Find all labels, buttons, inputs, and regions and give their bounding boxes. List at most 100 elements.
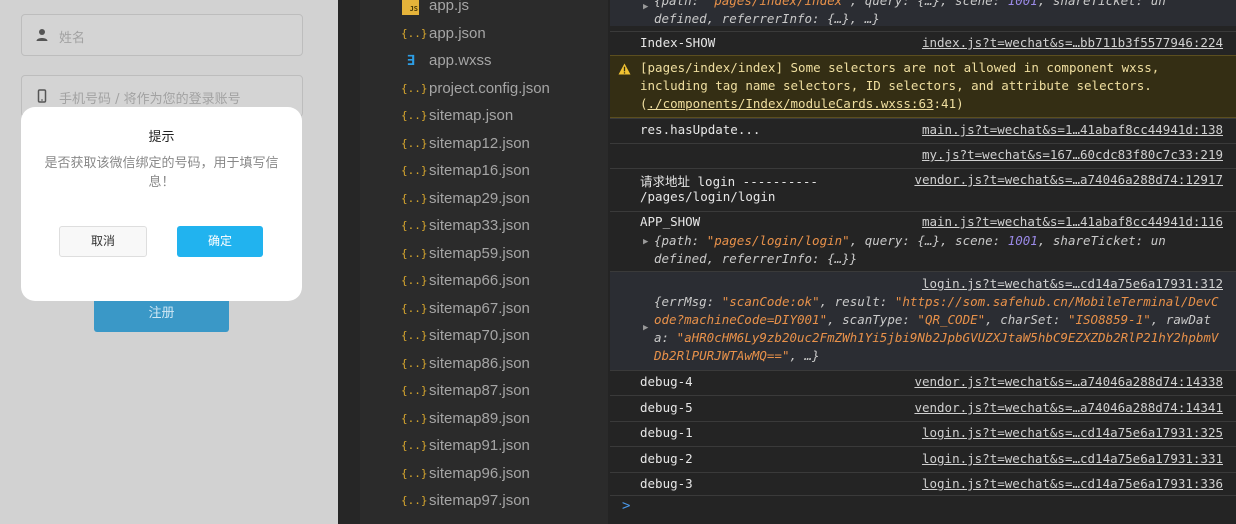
log-row: debug-5 vendor.js?t=wechat&s=…a74046a288… bbox=[610, 395, 1236, 421]
log-source-link[interactable]: vendor.js?t=wechat&s=…a74046a288d74:1291… bbox=[914, 172, 1223, 187]
log-message: Index-SHOW bbox=[640, 35, 716, 50]
log-source-link[interactable]: main.js?t=wechat&s=1…41abaf8cc44941d:138 bbox=[922, 122, 1223, 137]
json-icon: {..} bbox=[401, 329, 428, 342]
log-row-scan-result: login.js?t=wechat&s=…cd14a75e6a17931:312… bbox=[610, 271, 1236, 370]
name-input[interactable]: 姓名 bbox=[21, 14, 303, 56]
log-row: Index-SHOW index.js?t=wechat&s=…bb711b3f… bbox=[610, 31, 1236, 55]
phone-icon bbox=[37, 89, 47, 103]
log-source-link[interactable]: login.js?t=wechat&s=…cd14a75e6a17931:336 bbox=[922, 476, 1223, 491]
console-pane: ▶ {path: "pages/index/index", query: {…}… bbox=[610, 0, 1236, 524]
file-item[interactable]: {..} sitemap.json bbox=[338, 103, 608, 130]
file-item[interactable]: {..} sitemap89.json bbox=[338, 406, 608, 433]
user-icon bbox=[36, 29, 48, 41]
log-row: debug-1 login.js?t=wechat&s=…cd14a75e6a1… bbox=[610, 421, 1236, 446]
register-button[interactable]: 注册 bbox=[94, 296, 229, 332]
log-source-link[interactable]: my.js?t=wechat&s=167…60cdc83f80c7c33:219 bbox=[922, 147, 1223, 162]
log-message: debug-1 bbox=[640, 425, 693, 440]
log-row: res.hasUpdate... main.js?t=wechat&s=1…41… bbox=[610, 118, 1236, 143]
json-icon: {..} bbox=[401, 274, 428, 287]
file-name: sitemap97.json bbox=[429, 492, 530, 509]
warning-source-link[interactable]: ./components/Index/moduleCards.wxss:63 bbox=[648, 96, 934, 111]
log-message: debug-2 bbox=[640, 451, 693, 466]
file-item[interactable]: {..} project.config.json bbox=[338, 76, 608, 103]
console-prompt-icon: > bbox=[622, 498, 631, 514]
phone-placeholder: 手机号码 / 将作为您的登录账号 bbox=[59, 92, 241, 107]
log-object: {path: "pages/login/login", query: {…}, … bbox=[654, 233, 1166, 266]
console-input-row[interactable]: > bbox=[610, 495, 1236, 524]
log-source-link[interactable]: index.js?t=wechat&s=…bb711b3f5577946:224 bbox=[922, 35, 1223, 50]
file-item[interactable]: {..} sitemap91.json bbox=[338, 433, 608, 460]
warning-row: [pages/index/index] Some selectors are n… bbox=[610, 55, 1236, 118]
log-row: debug-3 login.js?t=wechat&s=…cd14a75e6a1… bbox=[610, 472, 1236, 495]
file-name: sitemap33.json bbox=[429, 217, 530, 234]
expand-triangle-icon[interactable]: ▶ bbox=[643, 323, 648, 333]
file-name: app.wxss bbox=[429, 52, 492, 69]
log-source-link[interactable]: vendor.js?t=wechat&s=…a74046a288d74:1434… bbox=[914, 400, 1223, 415]
log-row: debug-4 vendor.js?t=wechat&s=…a74046a288… bbox=[610, 370, 1236, 395]
log-message: debug-3 bbox=[640, 476, 693, 491]
log-row-partial[interactable]: ▶ {path: "pages/index/index", query: {…}… bbox=[610, 0, 1236, 26]
file-item[interactable]: {..} sitemap66.json bbox=[338, 268, 608, 295]
file-name: sitemap96.json bbox=[429, 465, 530, 482]
log-row: APP_SHOW main.js?t=wechat&s=1…41abaf8cc4… bbox=[610, 211, 1236, 271]
log-source-link[interactable]: login.js?t=wechat&s=…cd14a75e6a17931:331 bbox=[922, 451, 1223, 466]
json-icon: {..} bbox=[401, 494, 428, 507]
file-name: project.config.json bbox=[429, 80, 550, 97]
log-message: res.hasUpdate... bbox=[640, 122, 761, 137]
confirm-modal: 提示 是否获取该微信绑定的号码，用于填写信息！ 取消 确定 bbox=[21, 107, 302, 301]
file-item[interactable]: {..} sitemap96.json bbox=[338, 461, 608, 488]
log-row: 请求地址 login ---------- /pages/login/login… bbox=[610, 168, 1236, 211]
simulator-pane: 姓名 手机号码 / 将作为您的登录账号 注册 提示 是否获取该微信绑定的号码，用… bbox=[0, 0, 338, 524]
file-name: sitemap89.json bbox=[429, 410, 530, 427]
log-source-link[interactable]: login.js?t=wechat&s=…cd14a75e6a17931:325 bbox=[922, 425, 1223, 440]
file-item[interactable]: {..} sitemap12.json bbox=[338, 131, 608, 158]
css-icon: ∃ bbox=[406, 53, 416, 69]
expand-triangle-icon[interactable]: ▶ bbox=[643, 2, 648, 12]
json-icon: {..} bbox=[401, 109, 428, 122]
js-icon: JS bbox=[402, 0, 419, 15]
file-item[interactable]: {..} sitemap87.json bbox=[338, 378, 608, 405]
json-icon: {..} bbox=[401, 412, 428, 425]
json-icon: {..} bbox=[401, 192, 428, 205]
warning-icon bbox=[618, 63, 631, 75]
file-name: sitemap29.json bbox=[429, 190, 530, 207]
expand-triangle-icon[interactable]: ▶ bbox=[643, 237, 648, 247]
file-item[interactable]: {..} sitemap70.json bbox=[338, 323, 608, 350]
json-icon: {..} bbox=[401, 82, 428, 95]
file-name: sitemap16.json bbox=[429, 162, 530, 179]
modal-title: 提示 bbox=[148, 130, 175, 145]
file-item[interactable]: {..} sitemap59.json bbox=[338, 241, 608, 268]
file-item[interactable]: {..} sitemap33.json bbox=[338, 213, 608, 240]
file-name: sitemap91.json bbox=[429, 437, 530, 454]
json-icon: {..} bbox=[401, 439, 428, 452]
file-name: sitemap86.json bbox=[429, 355, 530, 372]
file-item[interactable]: {..} sitemap86.json bbox=[338, 351, 608, 378]
file-name: sitemap.json bbox=[429, 107, 514, 124]
file-item[interactable]: {..} sitemap29.json bbox=[338, 186, 608, 213]
log-source-link[interactable]: vendor.js?t=wechat&s=…a74046a288d74:1433… bbox=[914, 374, 1223, 389]
log-object: {path: "pages/index/index", query: {…}, … bbox=[654, 0, 1166, 26]
file-item[interactable]: ∃ app.wxss bbox=[338, 48, 608, 75]
file-name: sitemap12.json bbox=[429, 135, 530, 152]
cancel-button[interactable]: 取消 bbox=[59, 226, 147, 257]
file-item[interactable]: {..} sitemap16.json bbox=[338, 158, 608, 185]
file-name: sitemap87.json bbox=[429, 382, 530, 399]
json-icon: {..} bbox=[401, 164, 428, 177]
log-message: APP_SHOW bbox=[640, 214, 701, 229]
log-message: 请求地址 login ---------- bbox=[640, 174, 818, 189]
json-icon: {..} bbox=[401, 384, 428, 397]
file-item-partial[interactable]: {..} bbox=[338, 516, 608, 524]
log-message: debug-5 bbox=[640, 400, 693, 415]
file-item[interactable]: {..} app.json bbox=[338, 21, 608, 48]
log-source-link[interactable]: main.js?t=wechat&s=1…41abaf8cc44941d:116 bbox=[922, 214, 1223, 229]
json-icon: {..} bbox=[401, 247, 428, 260]
confirm-button[interactable]: 确定 bbox=[177, 226, 263, 257]
file-name: sitemap70.json bbox=[429, 327, 530, 344]
file-item[interactable]: {..} sitemap67.json bbox=[338, 296, 608, 323]
file-item[interactable]: JS app.js bbox=[338, 0, 608, 20]
file-name: app.js bbox=[429, 0, 470, 14]
log-source-link[interactable]: login.js?t=wechat&s=…cd14a75e6a17931:312 bbox=[922, 276, 1223, 291]
json-icon: {..} bbox=[401, 357, 428, 370]
json-icon: {..} bbox=[401, 137, 428, 150]
file-item[interactable]: {..} sitemap97.json bbox=[338, 488, 608, 515]
